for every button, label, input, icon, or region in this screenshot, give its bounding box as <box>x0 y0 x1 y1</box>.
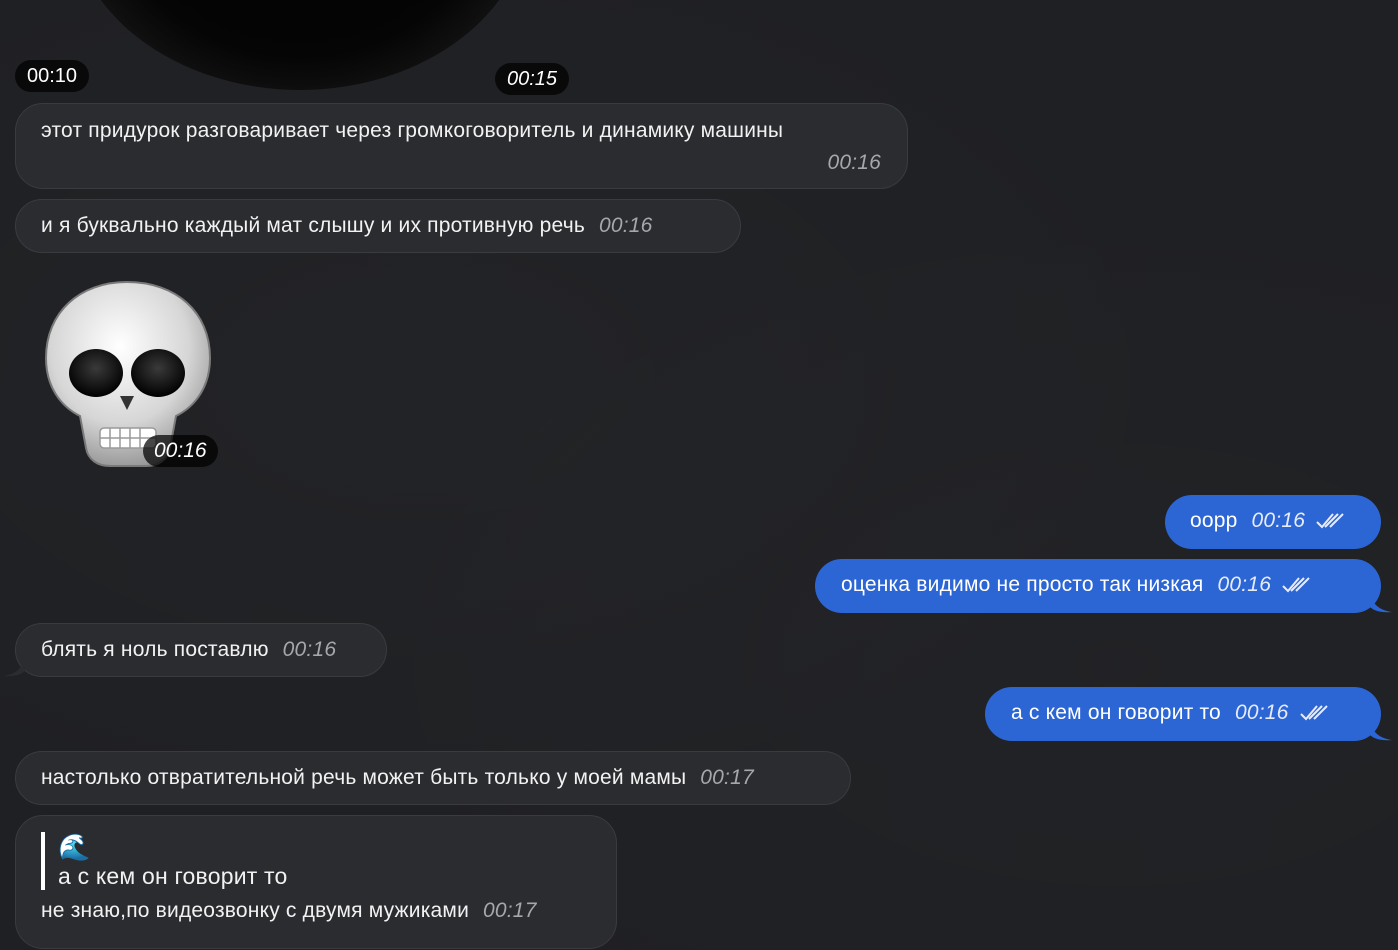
incoming-message-with-reply[interactable]: 🌊 а с кем он говорит то не знаю,по видео… <box>15 815 617 949</box>
message-time: 00:17 <box>700 766 754 789</box>
sticker-time: 00:16 <box>143 435 218 467</box>
reply-author-wave-icon: 🌊 <box>58 832 91 862</box>
read-checkmarks-icon <box>1316 513 1344 529</box>
message-time: 00:16 <box>1217 573 1272 596</box>
message-text: и я буквально каждый мат слышу и их прот… <box>41 214 585 237</box>
video-elapsed-time: 00:10 <box>15 60 90 92</box>
message-time: 00:16 <box>1251 509 1306 532</box>
outgoing-message[interactable]: оценка видимо не просто так низкая 00:16 <box>815 559 1381 613</box>
video-message-circle[interactable] <box>70 0 530 90</box>
bubble-tail <box>1370 593 1392 613</box>
incoming-message[interactable]: этот придурок разговаривает через громко… <box>15 103 908 189</box>
message-time: 00:16 <box>598 214 653 237</box>
message-time: 00:16 <box>282 638 337 661</box>
message-text: а с кем он говорит то <box>1011 701 1221 724</box>
chat-area: 00:10 00:15 этот придурок разговаривает … <box>0 0 1398 950</box>
reply-quote[interactable]: 🌊 а с кем он говорит то <box>41 832 616 890</box>
message-text: оорр <box>1190 509 1238 532</box>
read-checkmarks-icon <box>1282 577 1310 593</box>
video-message-time: 00:15 <box>495 63 570 95</box>
incoming-message[interactable]: настолько отвратительной речь может быть… <box>15 751 851 805</box>
message-text: оценка видимо не просто так низкая <box>841 573 1204 596</box>
bubble-tail <box>1370 721 1392 741</box>
message-time: 00:16 <box>1234 701 1289 724</box>
message-text: этот придурок разговаривает через громко… <box>41 119 784 142</box>
message-time: 00:16 <box>827 151 881 174</box>
incoming-message[interactable]: и я буквально каждый мат слышу и их прот… <box>15 199 741 253</box>
bubble-tail <box>3 657 25 677</box>
message-text: не знаю,по видеозвонку с двумя мужиками <box>41 899 470 922</box>
message-text: блять я ноль поставлю <box>41 638 269 661</box>
message-text: настолько отвратительной речь может быть… <box>41 766 687 789</box>
read-checkmarks-icon <box>1299 705 1328 721</box>
outgoing-message[interactable]: оорр 00:16 <box>1165 495 1381 549</box>
incoming-message[interactable]: блять я ноль поставлю 00:16 <box>15 623 387 677</box>
reply-quoted-text: а с кем он говорит то <box>58 863 288 889</box>
outgoing-message[interactable]: а с кем он говорит то 00:16 <box>985 687 1381 741</box>
message-time: 00:17 <box>483 899 537 922</box>
